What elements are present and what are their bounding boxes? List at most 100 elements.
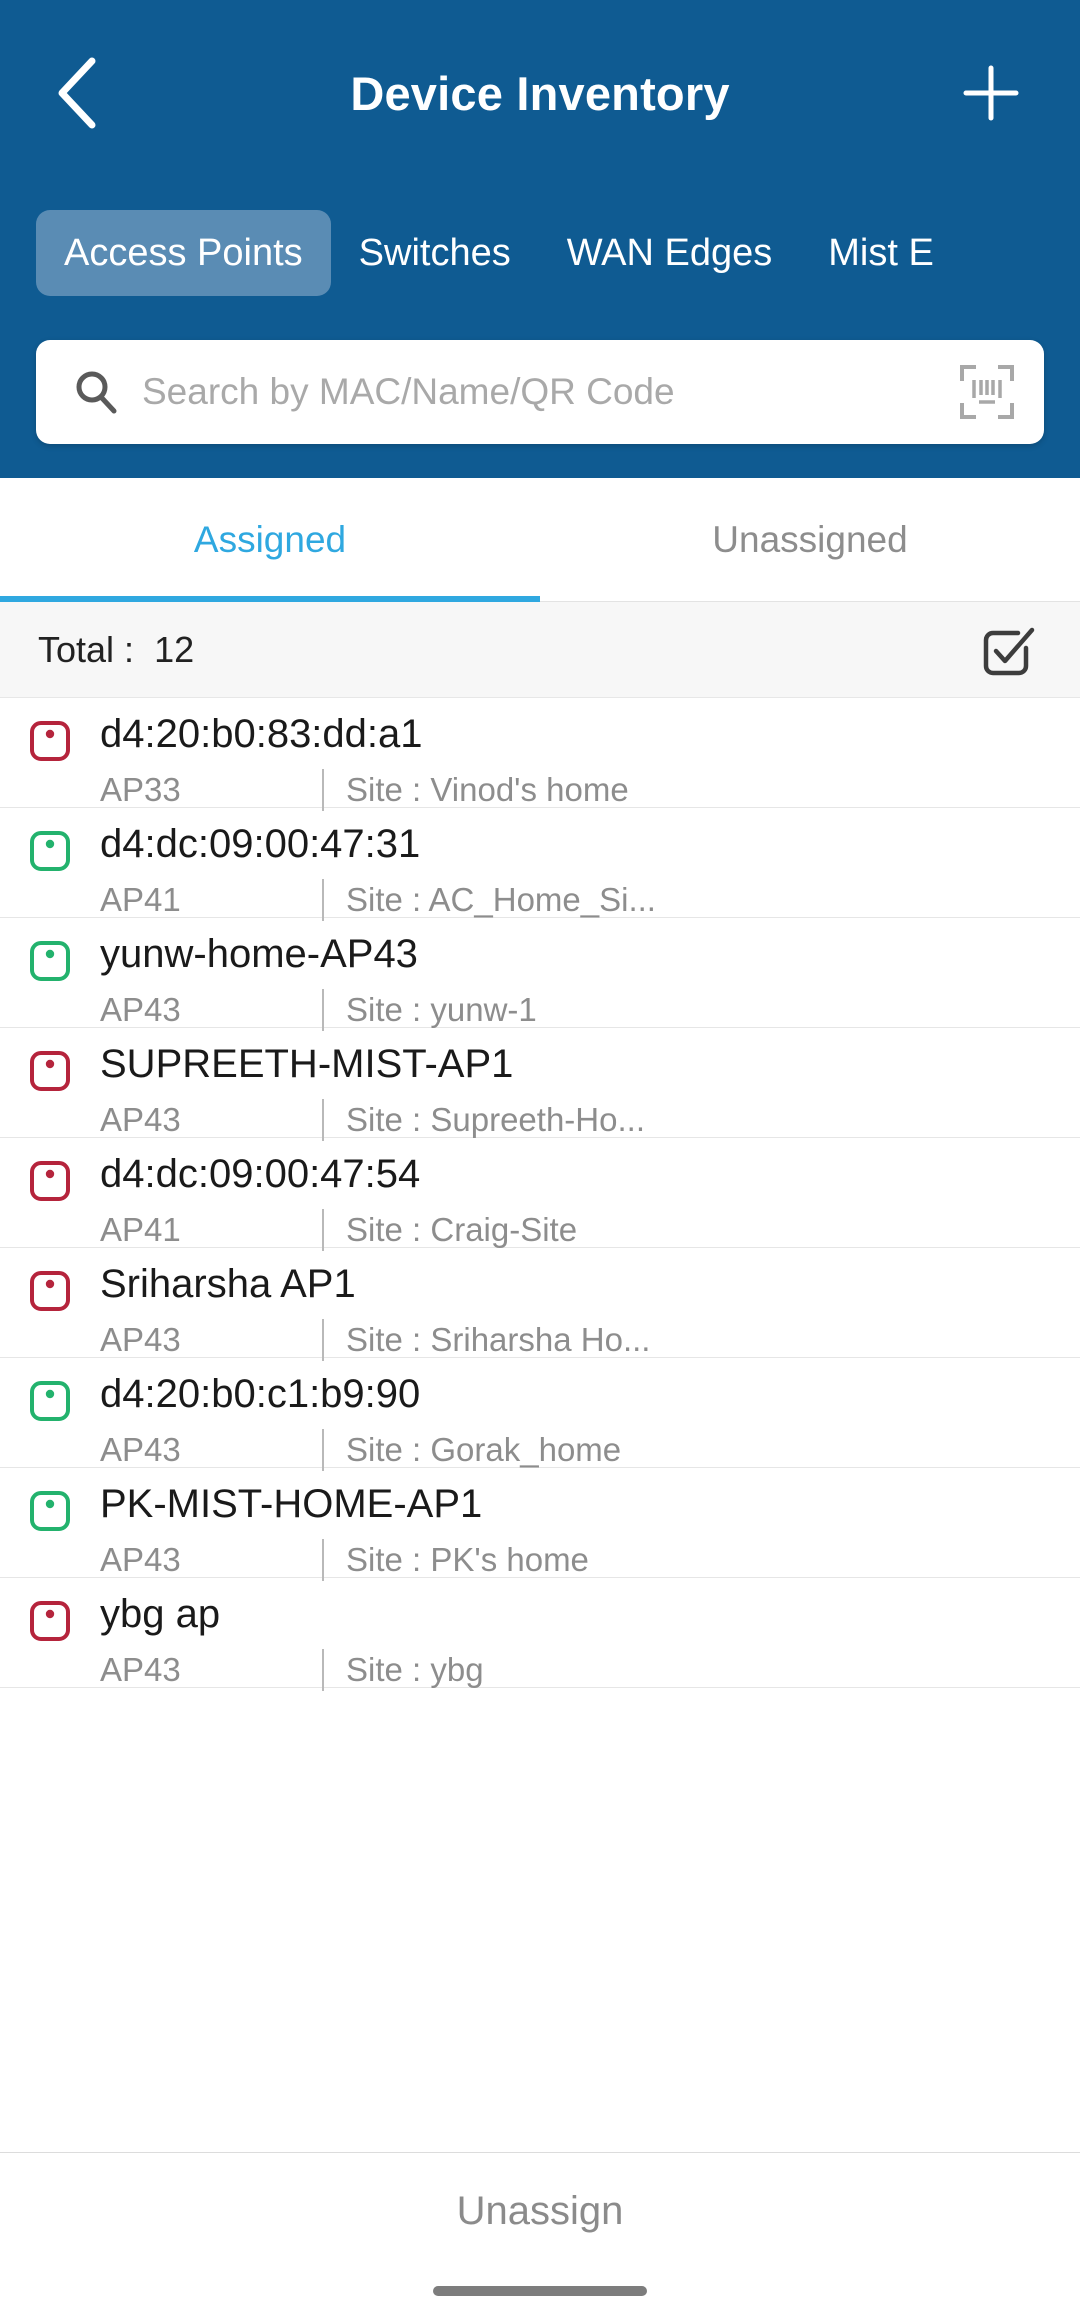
row-content: PK-MIST-HOME-AP1 AP43 Site : PK's home [100, 1482, 1080, 1581]
device-model: AP43 [100, 1431, 181, 1468]
status-connected-icon [0, 1482, 100, 1532]
device-name: Sriharsha AP1 [100, 1262, 356, 1306]
device-model: AP43 [100, 1651, 181, 1688]
device-site: Site : Supreeth-Ho... [346, 1101, 645, 1138]
device-model: AP43 [100, 991, 181, 1028]
meta-divider [322, 1318, 324, 1361]
device-meta: AP33 Site : Vinod's home [100, 768, 1056, 811]
device-name: ybg ap [100, 1592, 221, 1636]
select-all-button[interactable] [972, 614, 1044, 686]
device-meta: AP43 Site : Supreeth-Ho... [100, 1098, 1056, 1141]
device-name: d4:20:b0:83:dd:a1 [100, 712, 423, 756]
meta-divider [322, 1428, 324, 1471]
device-name: PK-MIST-HOME-AP1 [100, 1482, 483, 1526]
tab-assigned-label: Assigned [193, 518, 347, 560]
meta-divider [322, 1538, 324, 1581]
meta-divider [322, 1208, 324, 1251]
device-name: SUPREETH-MIST-AP1 [100, 1042, 514, 1086]
category-tab-mist-edges[interactable]: Mist E [800, 210, 962, 296]
device-meta: AP43 Site : ybg [100, 1648, 1056, 1691]
category-tab-label: WAN Edges [566, 232, 773, 274]
row-content: d4:20:b0:83:dd:a1 AP33 Site : Vinod's ho… [100, 712, 1080, 811]
row-content: d4:dc:09:00:47:54 AP41 Site : Craig-Site [100, 1152, 1080, 1251]
table-row[interactable]: d4:dc:09:00:47:54 AP41 Site : Craig-Site [0, 1138, 1080, 1251]
table-row[interactable]: ybg ap AP43 Site : ybg [0, 1578, 1080, 1691]
tab-assigned[interactable]: Assigned [0, 478, 540, 602]
device-meta: AP43 Site : Gorak_home [100, 1428, 1056, 1471]
barcode-scan-icon [960, 365, 1014, 419]
table-row[interactable]: PK-MIST-HOME-AP1 AP43 Site : PK's home [0, 1468, 1080, 1581]
row-content: ybg ap AP43 Site : ybg [100, 1592, 1080, 1691]
checkbox-checked-icon [983, 627, 1035, 675]
device-inventory-screen: Device Inventory Access Points Switches … [0, 0, 1080, 2318]
table-row[interactable]: yunw-home-AP43 AP43 Site : yunw-1 [0, 918, 1080, 1031]
device-meta: AP43 Site : PK's home [100, 1538, 1056, 1581]
table-row[interactable]: d4:dc:09:00:47:31 AP41 Site : AC_Home_Si… [0, 808, 1080, 921]
device-list[interactable]: d4:20:b0:83:dd:a1 AP33 Site : Vinod's ho… [0, 698, 1080, 2318]
meta-divider [322, 768, 324, 811]
status-disconnected-icon [0, 1042, 100, 1092]
status-connected-icon [0, 932, 100, 982]
row-content: yunw-home-AP43 AP43 Site : yunw-1 [100, 932, 1080, 1031]
device-site: Site : ybg [346, 1651, 484, 1688]
category-tab-wan-edges[interactable]: WAN Edges [539, 210, 801, 296]
unassign-button[interactable]: Unassign [457, 2189, 624, 2234]
summary-bar: Total : 12 [0, 602, 1080, 698]
device-site: Site : Vinod's home [346, 771, 629, 808]
row-content: SUPREETH-MIST-AP1 AP43 Site : Supreeth-H… [100, 1042, 1080, 1141]
app-header: Device Inventory Access Points Switches … [0, 0, 1080, 478]
add-device-button[interactable] [946, 48, 1036, 138]
device-site: Site : Sriharsha Ho... [346, 1321, 651, 1358]
device-meta: AP41 Site : AC_Home_Si... [100, 878, 1056, 921]
back-button[interactable] [12, 28, 142, 158]
device-site: Site : Gorak_home [346, 1431, 622, 1468]
status-connected-icon [0, 822, 100, 872]
table-row[interactable]: d4:20:b0:c1:b9:90 AP43 Site : Gorak_home [0, 1358, 1080, 1471]
status-disconnected-icon [0, 1592, 100, 1642]
device-model: AP43 [100, 1541, 181, 1578]
table-row[interactable]: d4:20:b0:83:dd:a1 AP33 Site : Vinod's ho… [0, 698, 1080, 811]
device-site: Site : PK's home [346, 1541, 589, 1578]
status-disconnected-icon [0, 1262, 100, 1312]
device-meta: AP43 Site : yunw-1 [100, 988, 1056, 1031]
device-site: Site : AC_Home_Si... [346, 881, 656, 918]
device-meta: AP43 Site : Sriharsha Ho... [100, 1318, 1056, 1361]
device-category-tabs[interactable]: Access Points Switches WAN Edges Mist E [0, 186, 1080, 320]
category-tab-label: Access Points [64, 232, 303, 274]
device-model: AP33 [100, 771, 181, 808]
search-icon [70, 368, 122, 416]
category-tab-switches[interactable]: Switches [331, 210, 539, 296]
assignment-tabs: Assigned Unassigned [0, 478, 1080, 602]
device-meta: AP41 Site : Craig-Site [100, 1208, 1056, 1251]
tab-unassigned[interactable]: Unassigned [540, 478, 1080, 601]
table-row[interactable]: SUPREETH-MIST-AP1 AP43 Site : Supreeth-H… [0, 1028, 1080, 1141]
status-connected-icon [0, 1372, 100, 1422]
search-bar[interactable] [36, 340, 1044, 444]
meta-divider [322, 1098, 324, 1141]
device-name: d4:dc:09:00:47:54 [100, 1152, 421, 1196]
meta-divider [322, 1648, 324, 1691]
page-title: Device Inventory [350, 66, 730, 120]
device-name: yunw-home-AP43 [100, 932, 418, 976]
device-name: d4:dc:09:00:47:31 [100, 822, 421, 866]
status-disconnected-icon [0, 712, 100, 762]
row-content: Sriharsha AP1 AP43 Site : Sriharsha Ho..… [100, 1262, 1080, 1361]
category-tab-label: Switches [358, 232, 511, 274]
search-input[interactable] [142, 371, 956, 413]
table-row[interactable]: Sriharsha AP1 AP43 Site : Sriharsha Ho..… [0, 1248, 1080, 1361]
chevron-left-icon [58, 57, 96, 129]
bottom-action-bar: Unassign [0, 2152, 1080, 2318]
status-disconnected-icon [0, 1152, 100, 1202]
home-indicator [433, 2286, 647, 2296]
device-site: Site : Craig-Site [346, 1211, 578, 1248]
device-model: AP43 [100, 1101, 181, 1138]
device-model: AP43 [100, 1321, 181, 1358]
navigation-bar: Device Inventory [0, 0, 1080, 186]
plus-icon [963, 65, 1019, 121]
device-name: d4:20:b0:c1:b9:90 [100, 1372, 421, 1416]
category-tab-access-points[interactable]: Access Points [36, 210, 331, 296]
barcode-scan-button[interactable] [956, 361, 1018, 423]
total-label: Total : [38, 628, 135, 670]
row-content: d4:dc:09:00:47:31 AP41 Site : AC_Home_Si… [100, 822, 1080, 921]
search-container [0, 320, 1080, 444]
